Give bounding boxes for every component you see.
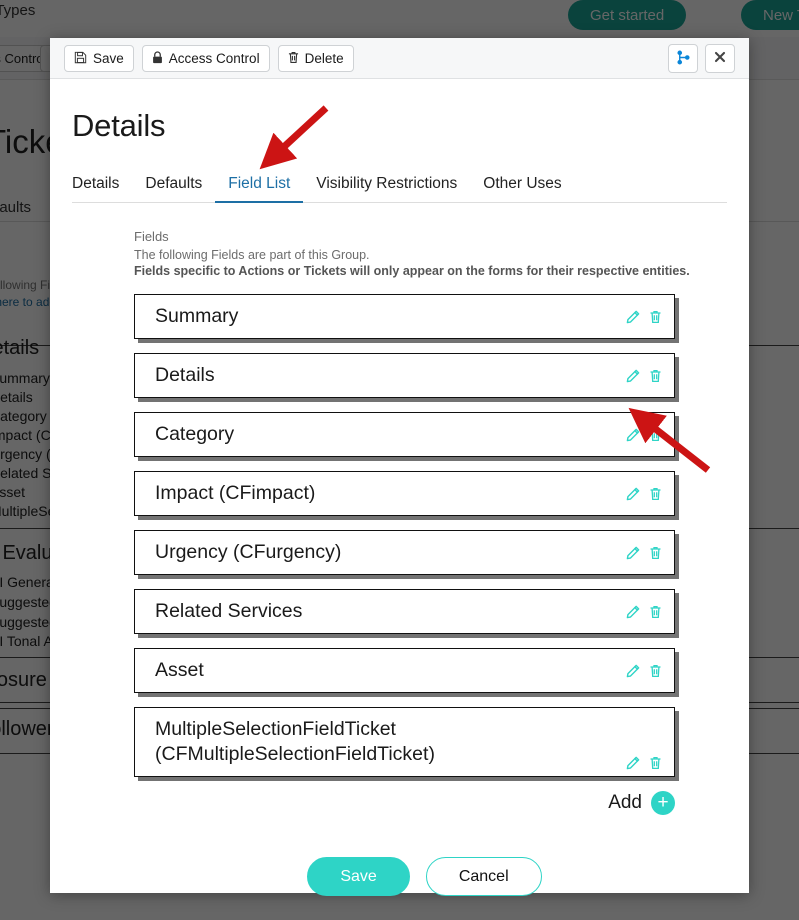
tab-details[interactable]: Details <box>72 175 132 202</box>
table-row[interactable]: Asset <box>134 648 675 693</box>
page-title: Details <box>72 108 166 143</box>
close-icon <box>714 51 726 65</box>
field-name: Summary <box>155 305 239 327</box>
modal-body: Details Details Defaults Field List Visi… <box>50 79 749 896</box>
fields-description: The following Fields are part of this Gr… <box>134 248 370 262</box>
add-field-label: Add <box>608 792 642 813</box>
pencil-icon[interactable] <box>626 756 640 770</box>
tab-defaults[interactable]: Defaults <box>132 175 215 202</box>
fields-section: Fields The following Fields are part of … <box>72 203 727 896</box>
table-row[interactable]: Details <box>134 353 675 398</box>
pencil-icon[interactable] <box>626 369 640 383</box>
table-row[interactable]: Impact (CFimpact) <box>134 471 675 516</box>
pencil-icon[interactable] <box>626 487 640 501</box>
field-name: Impact (CFimpact) <box>155 482 316 504</box>
modal-toolbar-right-group <box>661 43 735 73</box>
lock-icon <box>152 50 163 66</box>
add-field-row: Add + <box>134 791 675 815</box>
table-row[interactable]: Category <box>134 412 675 457</box>
field-name: Asset <box>155 659 204 681</box>
save-button[interactable]: Save <box>64 44 134 72</box>
table-row[interactable]: Related Services <box>134 589 675 634</box>
access-control-button-label: Access Control <box>168 50 260 66</box>
table-row[interactable]: MultipleSelectionFieldTicket (CFMultiple… <box>134 707 675 777</box>
trash-icon[interactable] <box>649 487 662 501</box>
modal-toolbar: Save Access Control Delete <box>50 38 749 79</box>
footer-save-button[interactable]: Save <box>307 857 410 896</box>
floppy-disk-icon <box>74 51 87 66</box>
field-list: Summary Details Category Impact (CFimpac… <box>134 294 675 777</box>
tab-other-uses[interactable]: Other Uses <box>470 175 574 202</box>
field-name: Category <box>155 423 235 445</box>
plus-icon: + <box>657 791 669 813</box>
trash-icon[interactable] <box>649 369 662 383</box>
field-name: MultipleSelectionFieldTicket (CFMultiple… <box>155 718 435 765</box>
add-field-button[interactable]: + <box>651 791 675 815</box>
trash-icon[interactable] <box>649 428 662 442</box>
row-actions <box>626 664 662 678</box>
table-row[interactable]: Urgency (CFurgency) <box>134 530 675 575</box>
modal-footer-actions: Save Cancel <box>134 857 715 896</box>
row-actions <box>626 605 662 619</box>
pencil-icon[interactable] <box>626 605 640 619</box>
field-name: Details <box>155 364 215 386</box>
row-actions <box>626 487 662 501</box>
trash-icon[interactable] <box>649 546 662 560</box>
row-actions <box>626 310 662 324</box>
field-name: Related Services <box>155 600 303 622</box>
modal-tabbar: Details Defaults Field List Visibility R… <box>72 170 727 203</box>
field-name: Urgency (CFurgency) <box>155 541 342 563</box>
save-button-label: Save <box>93 50 124 66</box>
tab-field-list[interactable]: Field List <box>215 175 304 203</box>
fields-note: Fields specific to Actions or Tickets wi… <box>134 264 690 278</box>
pencil-icon[interactable] <box>626 310 640 324</box>
trash-icon[interactable] <box>649 664 662 678</box>
row-actions <box>626 428 662 442</box>
details-modal: Save Access Control Delete Details Detai… <box>50 38 749 896</box>
row-actions <box>626 756 662 770</box>
pencil-icon[interactable] <box>626 546 640 560</box>
trash-icon[interactable] <box>649 756 662 770</box>
footer-cancel-button[interactable]: Cancel <box>425 857 542 896</box>
trash-icon[interactable] <box>649 310 662 324</box>
delete-button[interactable]: Delete <box>277 44 354 72</box>
trash-icon <box>288 51 299 66</box>
branch-icon <box>676 50 691 67</box>
row-actions <box>626 546 662 560</box>
tab-visibility-restrictions[interactable]: Visibility Restrictions <box>303 175 470 202</box>
branch-icon-button[interactable] <box>668 43 698 73</box>
access-control-button[interactable]: Access Control <box>141 44 270 72</box>
fields-heading: Fields <box>134 229 169 244</box>
pencil-icon[interactable] <box>626 664 640 678</box>
row-actions <box>626 369 662 383</box>
pencil-icon[interactable] <box>626 428 640 442</box>
delete-button-label: Delete <box>304 50 344 66</box>
close-button[interactable] <box>705 43 735 73</box>
table-row[interactable]: Summary <box>134 294 675 339</box>
trash-icon[interactable] <box>649 605 662 619</box>
